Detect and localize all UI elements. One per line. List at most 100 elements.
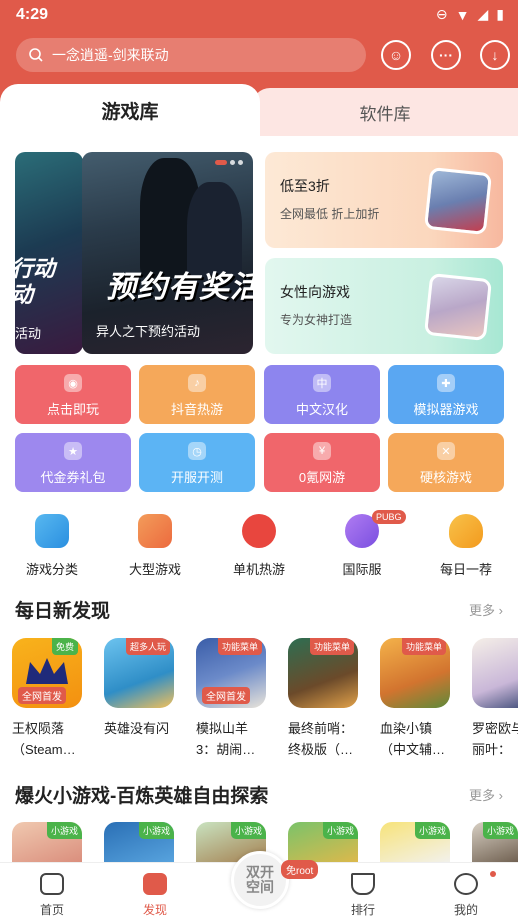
banner-main-overlay: 预约有奖活 xyxy=(106,271,253,304)
game-name: 血染小镇 （中文辅… xyxy=(380,721,446,757)
category-label: 单机热游 xyxy=(232,562,285,577)
game-card[interactable]: 免费 全网首发 王权陨落 （Steam… xyxy=(12,638,92,760)
mini-game-tag: 小游戏 xyxy=(46,822,82,839)
banner-main[interactable]: 预约有奖活 异人之下预约活动 xyxy=(82,152,253,354)
section-title-daily: 每日新发现 xyxy=(15,601,111,622)
category-daily-pick[interactable]: 每日一荐 xyxy=(426,514,506,577)
more-link-mini-games[interactable]: 更多 › xyxy=(469,785,503,804)
mini-game-tag: 小游戏 xyxy=(138,822,174,839)
search-placeholder: 一念逍遥-剑来联动 xyxy=(52,47,169,63)
grid-button-label: 中文汉化 xyxy=(295,402,348,417)
game-icon: 功能菜单 xyxy=(288,638,358,708)
game-card[interactable]: 罗密欧与 丽叶： xyxy=(472,638,518,760)
message-icon[interactable]: ··· xyxy=(431,40,461,70)
game-card[interactable]: 功能菜单 最终前哨： 终极版（… xyxy=(288,638,368,760)
grid-button-free-online[interactable]: ¥ 0氪网游 xyxy=(264,433,380,492)
carousel-indicator xyxy=(215,160,243,165)
game-icon: 功能菜单 xyxy=(380,638,450,708)
game-icon: 功能菜单 全网首发 xyxy=(196,638,266,708)
trophy-icon xyxy=(351,873,375,895)
mini-game-card[interactable]: 小游戏 xyxy=(380,822,450,866)
download-icon[interactable]: ↓ xyxy=(480,40,510,70)
grid-button-label: 抖音热游 xyxy=(170,402,223,417)
grid-button-label: 硬核游戏 xyxy=(419,470,472,485)
grid-button-voucher[interactable]: ★ 代金券礼包 xyxy=(15,433,131,492)
category-single-player[interactable]: 单机热游 xyxy=(219,514,299,577)
grid-button-label: 开服开测 xyxy=(170,470,223,485)
section-title-mini-games: 爆火小游戏-百炼英雄自由探索 xyxy=(15,786,269,807)
mini-game-tag: 小游戏 xyxy=(230,822,266,839)
category-label: 大型游戏 xyxy=(128,562,181,577)
clock-icon: ◷ xyxy=(188,442,206,460)
promo-title: 低至3折 xyxy=(280,178,330,194)
nav-profile[interactable]: 我的 xyxy=(436,873,496,918)
promo-card-discount[interactable]: 低至3折 全网最低 折上加折 xyxy=(265,152,503,248)
game-name: 英雄没有闪 xyxy=(104,721,170,736)
game-card[interactable]: 超多人玩 英雄没有闪 xyxy=(104,638,184,739)
tab-software-library[interactable]: 软件库 xyxy=(252,88,518,136)
grid-button-label: 模拟器游戏 xyxy=(413,402,479,417)
no-root-badge: 免root xyxy=(281,860,319,879)
game-card[interactable]: 功能菜单 血染小镇 （中文辅… xyxy=(380,638,460,760)
nav-discover[interactable]: 发现 xyxy=(125,873,185,918)
game-card[interactable]: 功能菜单 全网首发 模拟山羊 3：胡闹… xyxy=(196,638,276,760)
dual-space-button[interactable]: 双开 空间 xyxy=(231,851,289,909)
game-name: 罗密欧与 丽叶： xyxy=(472,721,518,757)
game-name: 最终前哨： 终极版（… xyxy=(288,721,354,757)
profile-icon xyxy=(454,873,478,895)
game-tag: 功能菜单 xyxy=(217,638,262,655)
ghost-icon: ◉ xyxy=(64,374,82,392)
category-game-types[interactable]: 游戏分类 xyxy=(12,514,92,577)
mini-game-tag: 小游戏 xyxy=(482,822,518,839)
category-pacman-icon xyxy=(242,514,276,548)
grid-button-emulator[interactable]: ✚ 模拟器游戏 xyxy=(388,365,504,424)
status-icons: ⊖ ▼ ◢ ▮ xyxy=(436,6,504,23)
mini-game-tag: 小游戏 xyxy=(322,822,358,839)
banner-prev[interactable]: 行动 动 活动 xyxy=(15,152,83,354)
banner-main-caption: 异人之下预约活动 xyxy=(96,324,201,339)
battery-icon: ▮ xyxy=(496,6,504,22)
mini-game-tag: 小游戏 xyxy=(414,822,450,839)
mini-game-card[interactable]: 小游戏 xyxy=(472,822,518,866)
category-label: 游戏分类 xyxy=(25,562,78,577)
game-icon: 超多人玩 xyxy=(104,638,174,708)
game-tag: 免费 xyxy=(51,638,78,655)
promo-subtitle: 专为女神打造 xyxy=(280,313,353,327)
coin-icon: ¥ xyxy=(313,442,331,460)
grid-button-hardcore[interactable]: ✕ 硬核游戏 xyxy=(388,433,504,492)
game-name: 模拟山羊 3：胡闹… xyxy=(196,721,256,757)
nav-label: 发现 xyxy=(142,903,167,917)
promo-title: 女性向游戏 xyxy=(280,284,350,300)
promo-card-female-games[interactable]: 女性向游戏 专为女神打造 xyxy=(265,258,503,354)
game-tag: 功能菜单 xyxy=(401,638,446,655)
mini-game-card[interactable]: 小游戏 xyxy=(104,822,174,866)
promo-image xyxy=(423,272,493,342)
search-input[interactable]: 一念逍遥-剑来联动 xyxy=(16,38,366,72)
category-label: 国际服 xyxy=(342,562,382,577)
douyin-icon: ♪ xyxy=(188,374,206,392)
status-time: 4:29 xyxy=(16,6,49,23)
grid-button-chinese[interactable]: 中 中文汉化 xyxy=(264,365,380,424)
banner-prev-overlay: 行动 动 xyxy=(15,256,56,307)
gamepad-icon: ✚ xyxy=(437,374,455,392)
game-tag: 超多人玩 xyxy=(125,638,170,655)
discover-icon xyxy=(143,873,167,895)
nav-ranking[interactable]: 排行 xyxy=(333,873,393,918)
category-medal-icon xyxy=(449,514,483,548)
category-sword-icon xyxy=(138,514,172,548)
customer-service-icon[interactable]: ☺ xyxy=(381,40,411,70)
dual-space-label: 双开 空间 xyxy=(246,864,274,895)
mini-game-card[interactable]: 小游戏 xyxy=(12,822,82,866)
nav-home[interactable]: 首页 xyxy=(22,873,82,918)
wifi-icon: ▼ xyxy=(455,6,470,23)
banner-prev-caption: 活动 xyxy=(15,326,42,341)
grid-button-instant-play[interactable]: ◉ 点击即玩 xyxy=(15,365,131,424)
promo-subtitle: 全网最低 折上加折 xyxy=(280,207,380,221)
home-icon xyxy=(40,873,64,895)
category-big-games[interactable]: 大型游戏 xyxy=(115,514,195,577)
nav-label: 首页 xyxy=(39,903,64,917)
more-link-daily[interactable]: 更多 › xyxy=(469,600,503,619)
grid-button-server-open[interactable]: ◷ 开服开测 xyxy=(139,433,255,492)
tab-game-library[interactable]: 游戏库 xyxy=(0,84,260,136)
grid-button-douyin[interactable]: ♪ 抖音热游 xyxy=(139,365,255,424)
